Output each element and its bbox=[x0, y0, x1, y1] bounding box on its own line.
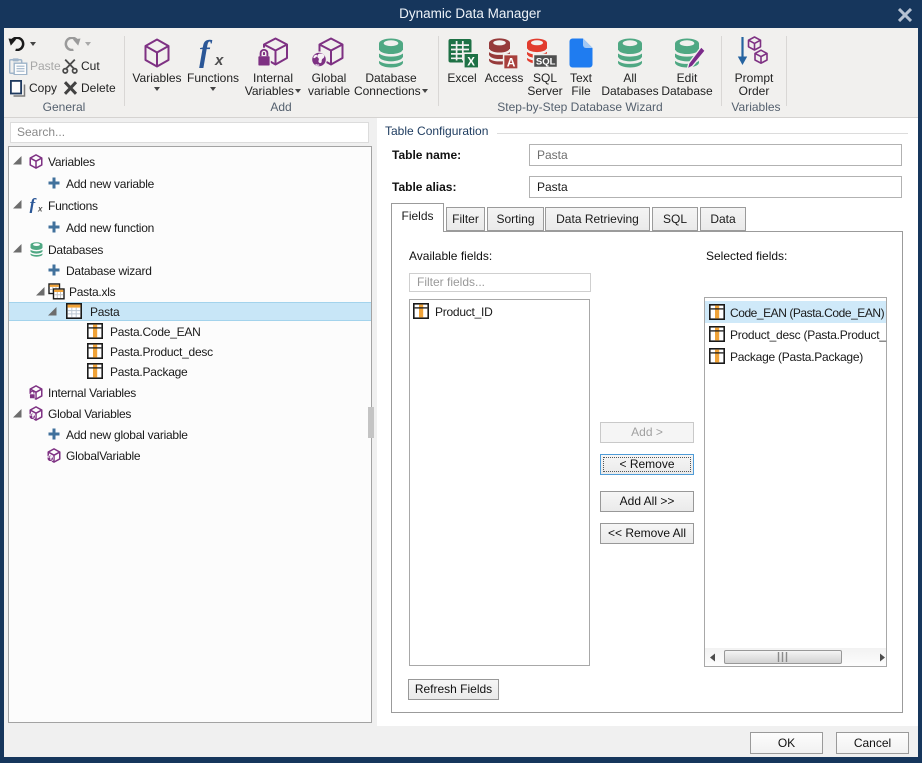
svg-text:SQL: SQL bbox=[536, 57, 556, 68]
svg-text:f: f bbox=[30, 196, 38, 213]
svg-text:x: x bbox=[37, 204, 43, 213]
svg-text:A: A bbox=[507, 55, 516, 69]
svg-text:X: X bbox=[467, 56, 475, 68]
svg-text:f: f bbox=[199, 36, 213, 68]
svg-text:x: x bbox=[214, 52, 224, 68]
